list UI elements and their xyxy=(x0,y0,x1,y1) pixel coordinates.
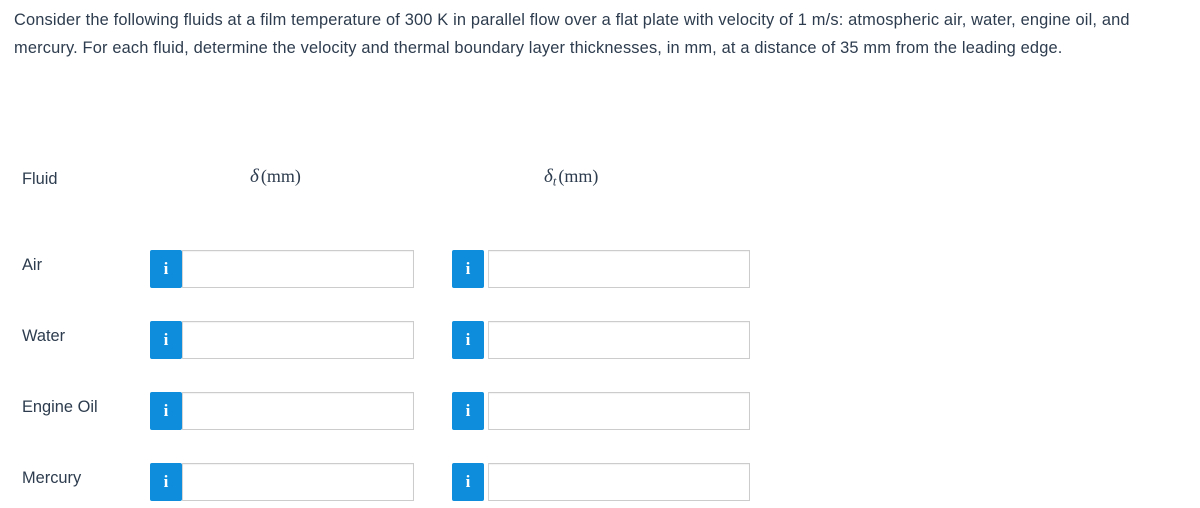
info-icon[interactable]: i xyxy=(150,463,182,501)
column-header-delta: δ (mm) xyxy=(250,166,301,188)
delta-input[interactable] xyxy=(182,463,414,501)
table-row: Water i i xyxy=(0,279,1200,359)
delta-symbol: δ xyxy=(250,166,259,187)
row-label-fluid: Water xyxy=(22,327,66,345)
delta-t-input[interactable] xyxy=(488,463,750,501)
table-row: Engine Oil i i xyxy=(0,350,1200,430)
delta-t-field-group: i xyxy=(452,463,750,501)
delta-t-subscript: t xyxy=(552,174,557,189)
delta-unit: (mm) xyxy=(260,166,301,186)
question-prompt: Consider the following fluids at a film … xyxy=(14,11,1130,57)
column-header-fluid: Fluid xyxy=(22,170,58,188)
row-label-fluid: Mercury xyxy=(22,469,82,487)
info-icon[interactable]: i xyxy=(452,463,484,501)
table-row: Air i i xyxy=(0,208,1200,288)
column-header-delta-t: δt (mm) xyxy=(544,166,598,190)
row-label-fluid: Engine Oil xyxy=(22,398,98,416)
table-row: Mercury i i xyxy=(0,421,1200,501)
table-header-row: Fluid δ (mm) δt (mm) xyxy=(0,160,1200,208)
delta-field-group: i xyxy=(150,463,414,501)
fluid-answer-table: Fluid δ (mm) δt (mm) Air i i Water i i Eng… xyxy=(0,160,1200,501)
row-label-fluid: Air xyxy=(22,256,43,274)
delta-t-symbol: δ xyxy=(544,166,553,187)
delta-t-unit: (mm) xyxy=(558,166,599,186)
